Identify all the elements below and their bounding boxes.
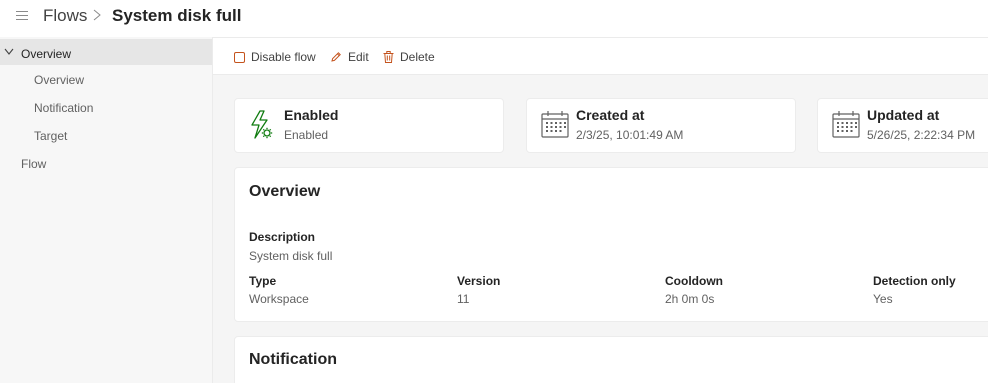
chevron-right-icon [93, 9, 101, 21]
updated-at-card: Updated at 5/26/25, 2:22:34 PM [817, 98, 988, 153]
calendar-icon [832, 111, 860, 138]
detection-only-label: Detection only [873, 274, 956, 288]
overview-section-title: Overview [249, 183, 321, 200]
sidebar-item-overview-section[interactable]: Overview [0, 39, 212, 65]
sidebar: Overview Overview Notification Target Fl… [0, 37, 213, 383]
type-label: Type [249, 274, 277, 288]
notification-card: Notification [234, 336, 988, 383]
sidebar-item-overview[interactable]: Overview [34, 73, 84, 87]
status-value: Enabled [284, 128, 329, 142]
disable-flow-label: Disable flow [251, 50, 316, 64]
description-label: Description [249, 230, 316, 244]
sidebar-item-flow[interactable]: Flow [21, 157, 46, 171]
cooldown-label: Cooldown [665, 274, 723, 288]
calendar-icon [541, 111, 569, 138]
updated-at-title: Updated at [867, 107, 940, 123]
breadcrumb-flows[interactable]: Flows [43, 6, 87, 26]
overview-card: Overview Description System disk full Ty… [234, 167, 988, 322]
delete-button[interactable]: Delete [383, 50, 435, 64]
delete-label: Delete [400, 50, 435, 64]
cooldown-value: 2h 0m 0s [665, 292, 715, 306]
updated-at-value: 5/26/25, 2:22:34 PM [867, 128, 976, 142]
version-label: Version [457, 274, 501, 288]
version-value: 11 [457, 292, 470, 306]
disable-flow-button[interactable]: Disable flow [234, 50, 316, 64]
sidebar-item-target[interactable]: Target [34, 129, 67, 143]
top-bar: Flows System disk full [0, 0, 988, 34]
main-content: Disable flow Edit Delete Enabled Enabled… [213, 38, 988, 383]
chevron-down-icon[interactable] [4, 48, 14, 55]
created-at-value: 2/3/25, 10:01:49 AM [576, 128, 684, 142]
sidebar-section-label: Overview [21, 47, 72, 61]
type-value: Workspace [249, 292, 309, 306]
command-bar: Disable flow Edit Delete [213, 38, 988, 75]
detection-only-value: Yes [873, 292, 893, 306]
flow-settings-icon [251, 110, 273, 139]
sidebar-item-notification[interactable]: Notification [34, 101, 93, 115]
hamburger-icon[interactable] [16, 11, 28, 20]
status-title: Enabled [284, 107, 339, 123]
created-at-title: Created at [576, 107, 645, 123]
pencil-icon [331, 52, 341, 62]
notification-section-title: Notification [249, 351, 337, 368]
edit-button[interactable]: Edit [330, 50, 369, 64]
trash-icon [383, 51, 394, 63]
created-at-card: Created at 2/3/25, 10:01:49 AM [526, 98, 796, 153]
page-title: System disk full [112, 6, 242, 25]
description-value: System disk full [249, 249, 333, 263]
status-card: Enabled Enabled [234, 98, 504, 153]
edit-label: Edit [348, 50, 369, 64]
checkbox-icon [234, 51, 245, 63]
